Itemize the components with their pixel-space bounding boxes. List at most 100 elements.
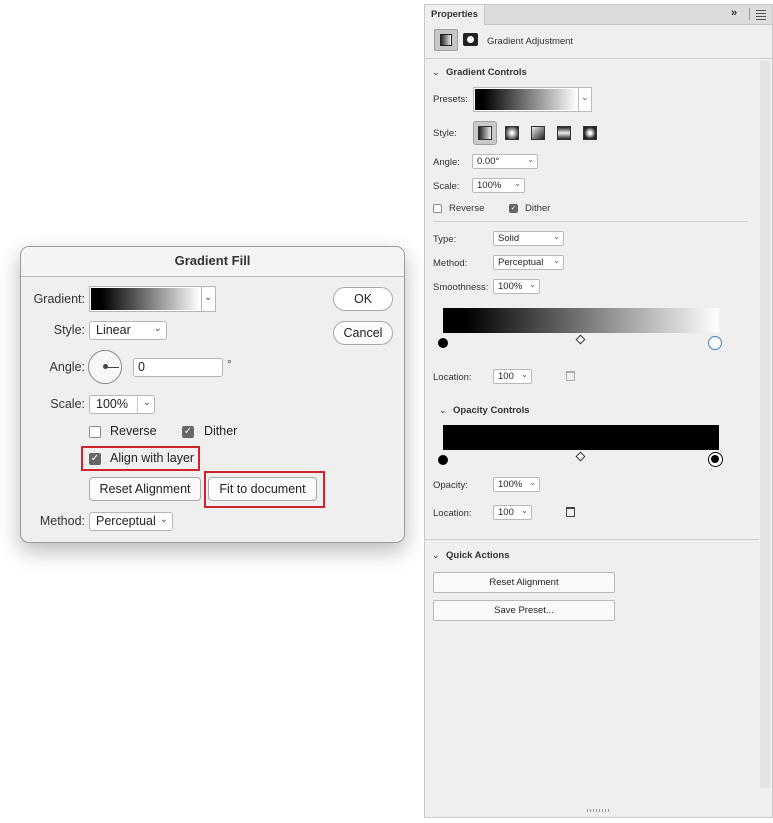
chevron-down-icon[interactable]: ⌄ xyxy=(204,292,212,303)
angle-input[interactable]: 0 xyxy=(133,358,223,377)
gradient-label: Gradient: xyxy=(33,292,85,306)
opacity-controls-heading: Opacity Controls xyxy=(453,405,530,416)
save-preset-button[interactable]: Save Preset... xyxy=(433,600,615,621)
reset-alignment-button[interactable]: Reset Alignment xyxy=(89,477,201,501)
angle-value: 0.00° xyxy=(477,156,500,167)
dither-checkbox[interactable]: ✓ xyxy=(182,426,194,438)
dither-checkbox[interactable]: ✓ xyxy=(509,204,518,213)
collapse-icon[interactable]: » xyxy=(731,7,737,19)
chevron-down-icon[interactable]: ⌄ xyxy=(581,92,589,103)
panel-menu-icon[interactable] xyxy=(756,10,766,20)
type-select[interactable]: Solid ⌄ xyxy=(493,231,564,246)
quick-actions-heading: Quick Actions xyxy=(446,550,510,561)
style-linear-button[interactable] xyxy=(473,121,497,145)
color-location-select[interactable]: 100 ⌄ xyxy=(493,369,532,384)
diamond-gradient-icon[interactable] xyxy=(583,126,597,140)
style-label: Style: xyxy=(53,323,85,337)
angle-select[interactable]: 0.00° ⌄ xyxy=(472,154,538,169)
type-value: Solid xyxy=(498,233,520,244)
opacity-location-label: Location: xyxy=(433,508,472,519)
ok-button[interactable]: OK xyxy=(333,287,393,311)
method-value: Perceptual xyxy=(498,257,544,268)
cancel-button[interactable]: Cancel xyxy=(333,321,393,345)
method-select[interactable]: Perceptual ⌄ xyxy=(89,512,173,531)
gradient-preview[interactable] xyxy=(91,288,200,310)
angle-label: Angle: xyxy=(49,360,85,374)
mask-icon[interactable] xyxy=(463,33,478,46)
fit-to-document-button[interactable]: Fit to document xyxy=(208,477,317,501)
chevron-down-icon: ⌄ xyxy=(553,256,560,265)
opacity-stop-right[interactable] xyxy=(708,452,723,467)
gradient-picker[interactable]: ⌄ xyxy=(89,286,216,312)
method-select[interactable]: Perceptual ⌄ xyxy=(493,255,564,270)
linear-gradient-icon xyxy=(478,126,492,140)
scale-value: 100% xyxy=(96,397,128,411)
reverse-checkbox[interactable] xyxy=(89,426,101,438)
presets-label: Presets: xyxy=(433,94,468,105)
gradient-ramp[interactable] xyxy=(443,308,719,333)
dialog-titlebar[interactable]: Gradient Fill xyxy=(21,247,404,277)
chevron-down-icon[interactable]: ⌄ xyxy=(432,67,440,78)
trash-icon[interactable] xyxy=(566,371,575,381)
opacity-stop-left[interactable] xyxy=(438,455,448,465)
opacity-value: 100% xyxy=(498,479,523,490)
properties-panel: Properties » Gradient Adjustment ⌄ Gradi… xyxy=(424,4,773,818)
gradient-controls-heading: Gradient Controls xyxy=(446,67,527,78)
color-stop-left[interactable] xyxy=(438,338,448,348)
angle-gradient-icon[interactable] xyxy=(531,126,545,140)
opacity-select[interactable]: 100% ⌄ xyxy=(493,477,540,492)
presets-gradient-preview[interactable] xyxy=(475,89,577,110)
type-label: Type: xyxy=(433,234,457,245)
panel-scrollbar[interactable] xyxy=(760,61,770,788)
degree-symbol: ° xyxy=(227,357,232,371)
chevron-down-icon: ⌄ xyxy=(142,397,151,408)
reflected-gradient-icon[interactable] xyxy=(557,126,571,140)
align-with-layer-checkbox[interactable]: ✓ xyxy=(89,453,101,465)
opacity-ramp[interactable] xyxy=(443,425,719,450)
method-value: Perceptual xyxy=(96,514,156,528)
style-value: Linear xyxy=(96,323,131,337)
angle-dial[interactable] xyxy=(88,350,122,384)
location-label: Location: xyxy=(433,372,472,383)
smoothness-label: Smoothness: xyxy=(433,282,489,293)
chevron-down-icon: ⌄ xyxy=(521,370,528,379)
tab-properties[interactable]: Properties xyxy=(425,5,485,25)
method-label: Method: xyxy=(433,258,468,269)
chevron-down-icon: ⌄ xyxy=(521,506,528,515)
opacity-label: Opacity: xyxy=(433,480,468,491)
chevron-down-icon: ⌄ xyxy=(153,323,162,334)
opacity-midpoint[interactable] xyxy=(575,451,586,462)
chevron-down-icon: ⌄ xyxy=(159,514,168,525)
scale-label: Scale: xyxy=(433,181,460,192)
gradient-fill-dialog: Gradient Fill Gradient: ⌄ Style: Linear … xyxy=(20,246,405,543)
resize-grip[interactable] xyxy=(587,809,609,812)
chevron-down-icon[interactable]: ⌄ xyxy=(439,405,447,416)
style-select[interactable]: Linear ⌄ xyxy=(89,321,167,340)
dither-label: Dither xyxy=(204,424,238,438)
adjustment-title: Gradient Adjustment xyxy=(487,36,574,47)
opacity-location-select[interactable]: 100 ⌄ xyxy=(493,505,532,520)
smoothness-select[interactable]: 100% ⌄ xyxy=(493,279,540,294)
chevron-down-icon: ⌄ xyxy=(527,155,534,164)
trash-icon[interactable] xyxy=(566,507,575,517)
align-with-layer-label: Align with layer xyxy=(110,451,195,465)
style-label: Style: xyxy=(433,128,457,139)
adjustment-icon-button[interactable] xyxy=(434,29,458,51)
color-location-value: 100 xyxy=(498,371,514,382)
color-stop-right[interactable] xyxy=(708,336,722,350)
opacity-location-value: 100 xyxy=(498,507,514,518)
angle-value: 0 xyxy=(138,360,145,374)
scale-select[interactable]: 100% ⌄ xyxy=(89,395,155,414)
chevron-down-icon: ⌄ xyxy=(514,179,521,188)
radial-gradient-icon[interactable] xyxy=(505,126,519,140)
chevron-down-icon: ⌄ xyxy=(529,280,536,289)
chevron-down-icon: ⌄ xyxy=(553,232,560,241)
chevron-down-icon[interactable]: ⌄ xyxy=(432,550,440,561)
angle-label: Angle: xyxy=(433,157,460,168)
chevron-down-icon: ⌄ xyxy=(529,478,536,487)
color-midpoint[interactable] xyxy=(575,334,586,345)
presets-picker[interactable]: ⌄ xyxy=(473,87,592,112)
scale-select[interactable]: 100% ⌄ xyxy=(472,178,525,193)
reset-alignment-button[interactable]: Reset Alignment xyxy=(433,572,615,593)
reverse-checkbox[interactable] xyxy=(433,204,442,213)
